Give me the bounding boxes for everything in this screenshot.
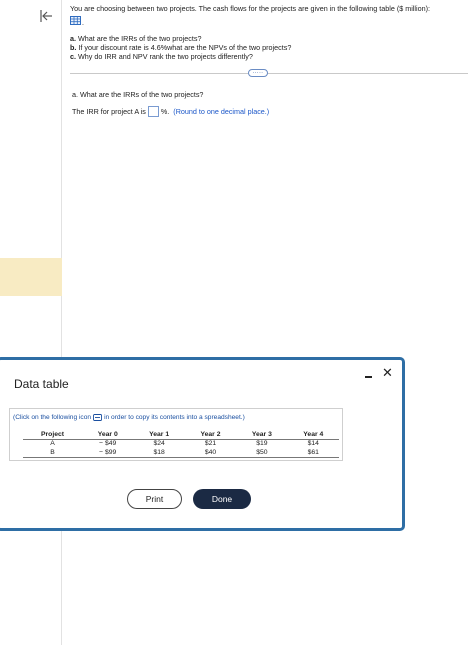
irr-suffix: %. — [160, 107, 170, 116]
col-year-1: Year 1 — [133, 431, 185, 440]
table-row: A − $49 $24 $21 $19 $14 — [23, 440, 339, 449]
caption-after: in order to copy its contents into a spr… — [104, 413, 245, 421]
expand-more-button[interactable]: ..... — [248, 69, 268, 77]
table-header-row: Project Year 0 Year 1 Year 2 Year 3 Year… — [23, 431, 339, 440]
data-table-container: (Click on the following icon in order to… — [9, 408, 343, 461]
table-cell: $14 — [307, 440, 319, 447]
table-cell: $24 — [153, 440, 165, 447]
modal-title: Data table — [14, 377, 69, 391]
table-cell: $19 — [256, 440, 268, 447]
col-project: Project — [23, 431, 83, 440]
copy-caption: (Click on the following icon in order to… — [13, 413, 245, 421]
data-table-modal: Data table ✕ (Click on the following ico… — [0, 357, 405, 531]
table-cell: $40 — [184, 448, 237, 458]
table-cell: A — [50, 440, 55, 447]
col-year-2: Year 2 — [184, 431, 237, 440]
rounding-hint: (Round to one decimal place.) — [173, 107, 270, 116]
part-b-text: If your discount rate is 4.6%what are th… — [78, 42, 292, 52]
answer-heading: a. What are the IRRs of the two projects… — [72, 90, 204, 99]
col-year-0: Year 0 — [82, 431, 134, 440]
question-parts: a. What are the IRRs of the two projects… — [70, 34, 470, 62]
table-cell: $18 — [133, 448, 185, 458]
part-b-label: b. — [70, 42, 77, 52]
collapse-panel-icon[interactable] — [38, 8, 54, 24]
col-year-3: Year 3 — [236, 431, 288, 440]
part-c-label: c. — [70, 52, 76, 62]
irr-answer-row: The IRR for project A is %. (Round to on… — [72, 106, 269, 117]
rail-highlight — [0, 258, 62, 296]
table-row: B − $99 $18 $40 $50 $61 — [23, 448, 339, 458]
done-button[interactable]: Done — [193, 489, 251, 509]
part-a-line: a. What are the IRRs of the two projects… — [70, 34, 470, 43]
table-cell: B — [23, 448, 83, 458]
table-cell: − $99 — [82, 448, 134, 458]
copy-to-spreadsheet-icon[interactable] — [93, 413, 103, 421]
table-cell: − $49 — [99, 440, 117, 447]
data-table-icon[interactable] — [70, 16, 81, 26]
table-cell: $61 — [287, 448, 339, 458]
left-rail — [0, 0, 62, 645]
table-icon-row: . — [70, 13, 470, 28]
part-c-line: c. Why do IRR and NPV rank the two proje… — [70, 52, 470, 61]
table-cell: $21 — [204, 440, 217, 447]
question-block: You are choosing between two projects. T… — [70, 4, 470, 61]
question-intro: You are choosing between two projects. T… — [70, 4, 430, 13]
section-divider — [70, 73, 468, 74]
close-icon[interactable]: ✕ — [382, 366, 393, 379]
part-a-label: a. — [70, 33, 76, 43]
table-cell: $50 — [236, 448, 288, 458]
irr-answer-input[interactable] — [147, 106, 159, 117]
cash-flow-table: Project Year 0 Year 1 Year 2 Year 3 Year… — [23, 431, 339, 458]
print-button[interactable]: Print — [127, 489, 182, 509]
part-c-text: Why do IRR and NPV rank the two projects… — [78, 52, 253, 62]
col-year-4: Year 4 — [287, 431, 339, 440]
part-b-line: b. If your discount rate is 4.6%what are… — [70, 43, 470, 52]
part-a-text: What are the IRRs of the two projects? — [78, 33, 202, 43]
caption-before: (Click on the following icon — [13, 413, 92, 421]
icon-suffix: . — [82, 20, 84, 28]
irr-prefix: The IRR for project A is — [72, 107, 146, 116]
minimize-icon[interactable] — [364, 369, 373, 379]
